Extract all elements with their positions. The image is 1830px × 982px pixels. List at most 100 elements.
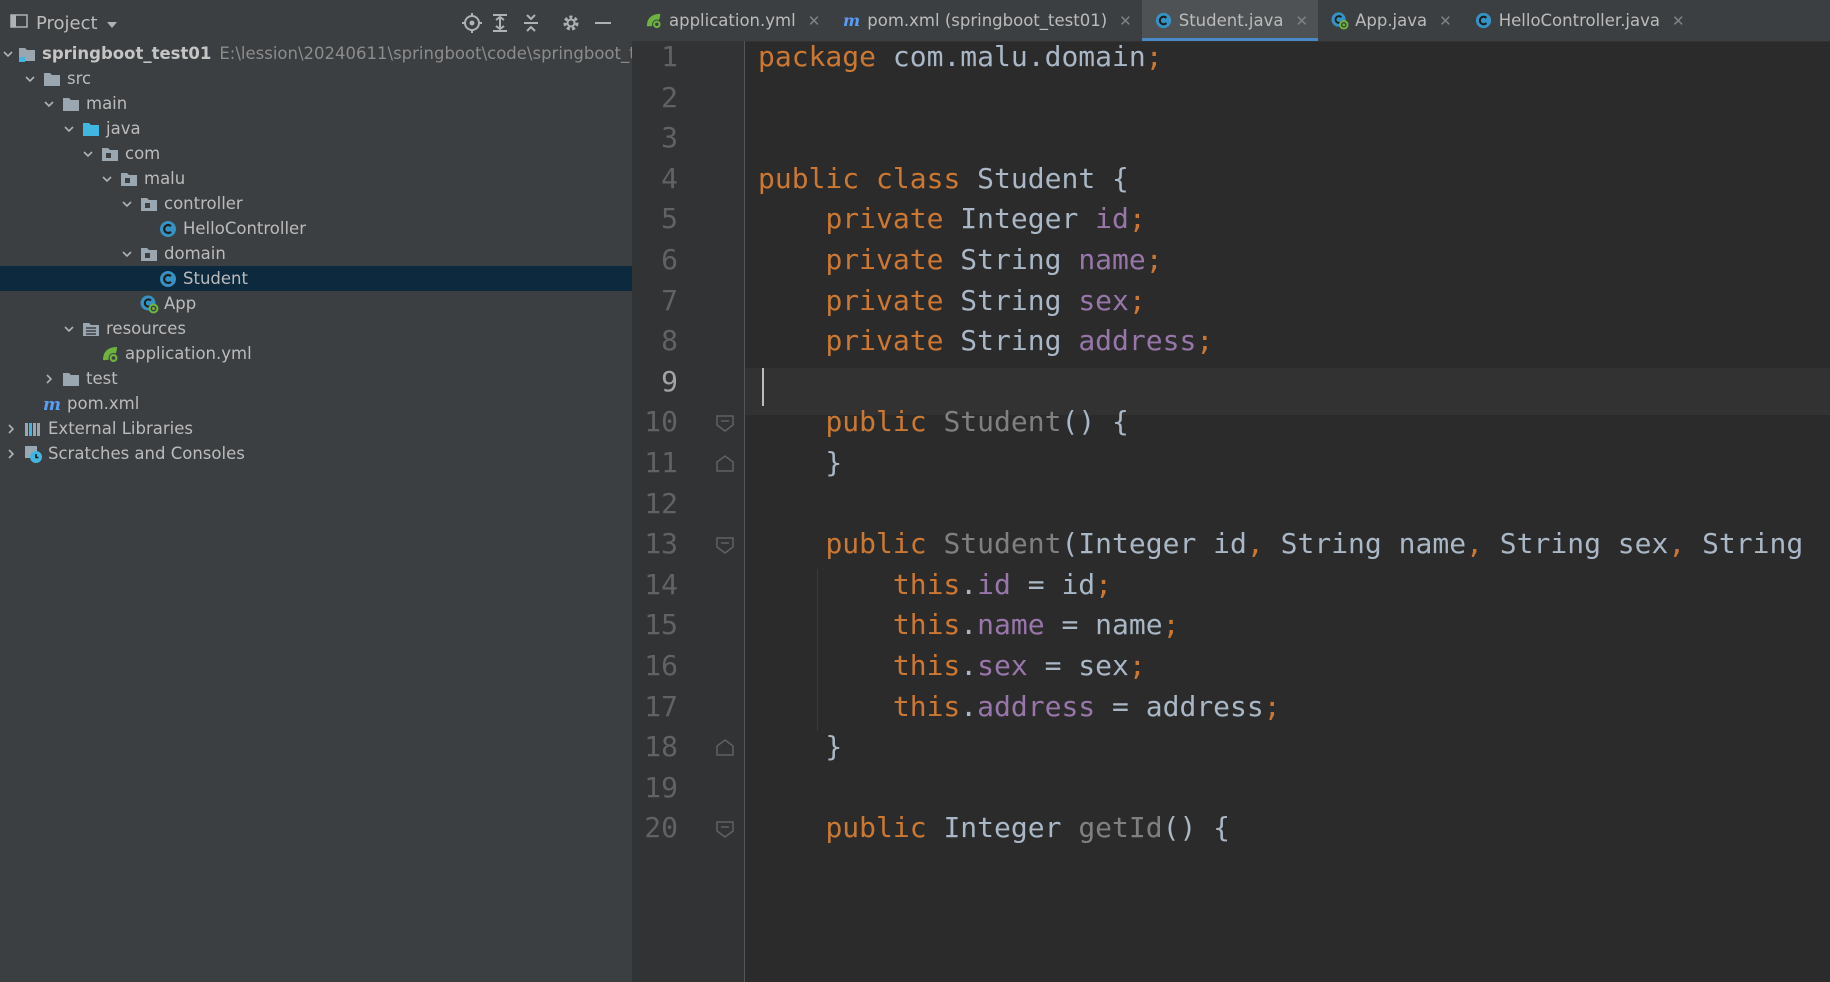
project-view-selector[interactable]: Project — [10, 0, 118, 46]
chevron-down-icon[interactable] — [118, 245, 136, 263]
chevron-down-icon[interactable] — [98, 170, 116, 188]
fold-collapse-icon[interactable] — [714, 818, 736, 840]
code-line[interactable]: private String name; — [758, 240, 1162, 281]
tab-label: application.yml — [669, 11, 796, 30]
editor-gutter[interactable]: 1 2 3 4 5 6 7 8 9 10 11 12 13 14 15 16 17 18 19 20 — [632, 40, 744, 982]
tree-node-label: malu — [144, 169, 186, 188]
chevron-right-icon[interactable] — [2, 420, 20, 438]
code-line[interactable]: this.id = id; — [758, 565, 1112, 606]
code-line[interactable]: } — [758, 727, 842, 768]
tab-app-java[interactable]: App.java ✕ — [1318, 0, 1462, 41]
line-number: 17 — [644, 689, 678, 723]
tree-node-test[interactable]: test — [0, 366, 632, 391]
expand-all-icon[interactable] — [489, 12, 511, 34]
tree-node-application-yml[interactable]: application.yml — [0, 341, 632, 366]
tree-node-scratches-and-consoles[interactable]: Scratches and Consoles — [0, 441, 632, 466]
chevron-down-icon[interactable] — [2, 45, 14, 63]
close-tab-icon[interactable]: ✕ — [1296, 12, 1309, 30]
package-icon — [119, 169, 139, 189]
chevron-right-icon[interactable] — [40, 370, 58, 388]
tree-node-com[interactable]: com — [0, 141, 632, 166]
spring-boot-class-icon — [1330, 11, 1349, 30]
code-line[interactable]: private String address; — [758, 321, 1213, 362]
code-line[interactable]: public Integer getId() { — [758, 808, 1230, 849]
fold-end-icon[interactable] — [714, 453, 736, 475]
indent-guide — [817, 568, 818, 732]
project-tree: springboot_test01 E:\lession\20240611\spr… — [0, 41, 632, 466]
tree-node-malu[interactable]: malu — [0, 166, 632, 191]
fold-collapse-icon[interactable] — [714, 412, 736, 434]
tree-node-java[interactable]: java — [0, 116, 632, 141]
libraries-icon — [23, 419, 43, 439]
tab-pom-xml-springboot-test01[interactable]: m pom.xml (springboot_test01) ✕ — [830, 0, 1141, 41]
tree-node-label: HelloController — [183, 219, 306, 238]
chevron-down-icon[interactable] — [60, 120, 78, 138]
folder-icon — [61, 369, 81, 389]
folder-icon — [61, 94, 81, 114]
tab-application-yml[interactable]: application.yml ✕ — [632, 0, 830, 41]
tree-node-hellocontroller[interactable]: HelloController — [0, 216, 632, 241]
module-folder-icon — [17, 44, 37, 64]
hide-panel-icon[interactable] — [592, 12, 614, 34]
chevron-down-icon[interactable] — [79, 145, 97, 163]
chevron-down-icon[interactable] — [40, 95, 58, 113]
code-area[interactable]: package com.malu.domain; public class Stu… — [745, 41, 1830, 982]
close-tab-icon[interactable]: ✕ — [1439, 12, 1452, 30]
tree-node-controller[interactable]: controller — [0, 191, 632, 216]
tree-node-springboot-test01[interactable]: springboot_test01 E:\lession\20240611\spr… — [0, 41, 632, 66]
line-number: 7 — [661, 283, 678, 317]
source-folder-icon — [81, 119, 101, 139]
spring-boot-class-icon — [139, 294, 159, 314]
gear-icon[interactable] — [560, 12, 582, 34]
tree-node-external-libraries[interactable]: External Libraries — [0, 416, 632, 441]
tab-student-java[interactable]: Student.java ✕ — [1141, 0, 1319, 41]
code-line[interactable]: public Student() { — [758, 402, 1128, 443]
tab-label: Student.java — [1178, 11, 1284, 30]
tab-label: HelloController.java — [1498, 11, 1661, 30]
code-line[interactable]: private Integer id; — [758, 199, 1145, 240]
dropdown-arrow-icon — [106, 13, 118, 34]
code-line[interactable]: package com.malu.domain; — [758, 41, 1163, 78]
line-number: 9 — [661, 364, 678, 398]
close-tab-icon[interactable]: ✕ — [808, 12, 821, 30]
code-line[interactable]: this.address = address; — [758, 687, 1281, 728]
text-caret — [762, 367, 764, 406]
tree-node-label: domain — [164, 244, 226, 263]
tab-hellocontroller-java[interactable]: HelloController.java ✕ — [1462, 0, 1695, 41]
tree-node-label: App — [164, 294, 197, 313]
line-number: 8 — [661, 324, 678, 358]
code-line[interactable]: this.name = name; — [758, 605, 1180, 646]
svg-text:m: m — [43, 395, 61, 414]
fold-end-icon[interactable] — [714, 737, 736, 759]
tree-node-pom-xml[interactable]: m pom.xml — [0, 391, 632, 416]
chevron-down-icon[interactable] — [60, 320, 78, 338]
tree-node-app[interactable]: App — [0, 291, 632, 316]
locate-file-icon[interactable] — [461, 12, 483, 34]
tree-node-resources[interactable]: resources — [0, 316, 632, 341]
code-line[interactable]: public Student(Integer id, String name, … — [758, 524, 1803, 565]
code-line[interactable]: } — [758, 443, 842, 484]
chevron-right-icon[interactable] — [2, 445, 20, 463]
close-tab-icon[interactable]: ✕ — [1119, 12, 1132, 30]
package-icon — [139, 194, 159, 214]
chevron-down-icon[interactable] — [118, 195, 136, 213]
tree-node-main[interactable]: main — [0, 91, 632, 116]
tree-node-src[interactable]: src — [0, 66, 632, 91]
code-line[interactable]: private String sex; — [758, 281, 1145, 322]
fold-collapse-icon[interactable] — [714, 534, 736, 556]
close-tab-icon[interactable]: ✕ — [1672, 12, 1685, 30]
line-number: 16 — [644, 649, 678, 682]
line-number: 19 — [644, 770, 678, 804]
tree-node-domain[interactable]: domain — [0, 241, 632, 266]
code-line[interactable]: public class Student { — [758, 159, 1129, 200]
line-number: 20 — [644, 811, 678, 845]
tree-node-label: External Libraries — [48, 419, 193, 438]
chevron-down-icon[interactable] — [21, 70, 39, 88]
tab-label: pom.xml (springboot_test01) — [867, 11, 1108, 30]
maven-icon: m — [842, 11, 861, 30]
svg-text:m: m — [843, 11, 860, 30]
project-window-icon — [10, 13, 28, 34]
tree-node-student[interactable]: Student — [0, 266, 632, 291]
tree-node-label: main — [86, 94, 128, 113]
collapse-all-icon[interactable] — [520, 12, 542, 34]
